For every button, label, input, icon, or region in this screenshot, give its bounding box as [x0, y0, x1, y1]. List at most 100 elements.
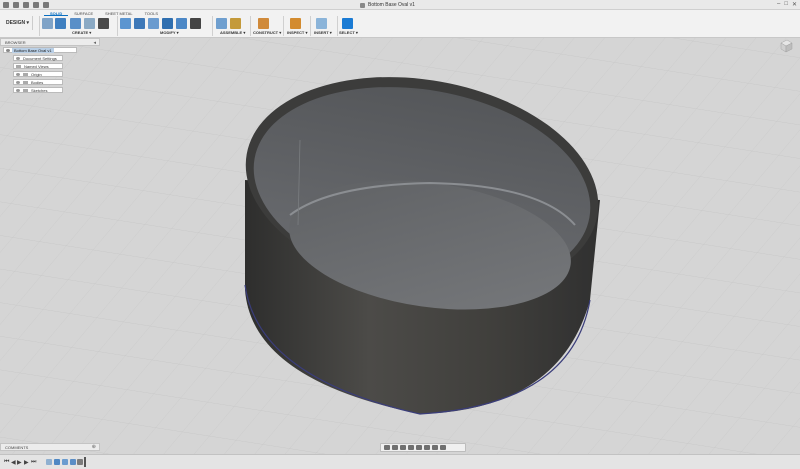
folder-icon	[23, 73, 28, 76]
timeline-fillet-feature[interactable]	[70, 459, 76, 465]
look-at-icon[interactable]	[392, 445, 398, 450]
divider	[212, 16, 213, 36]
visibility-eye-icon[interactable]	[16, 89, 20, 92]
combine-icon[interactable]	[176, 18, 187, 29]
timeline-marker[interactable]	[84, 457, 86, 467]
title-bar: Bottom Base Oval v1 – □ ✕	[0, 0, 800, 10]
viewports-icon[interactable]	[440, 445, 446, 450]
root-component-label: Bottom Base Oval v1	[12, 48, 54, 53]
tab-surface[interactable]: SURFACE	[68, 10, 99, 16]
save-icon[interactable]	[23, 2, 29, 8]
document-tab[interactable]: Bottom Base Oval v1	[360, 2, 415, 8]
select-icon[interactable]	[342, 18, 353, 29]
timeline: ⏮ ◀ ▶ ▶ ⏭	[0, 454, 800, 469]
viewport[interactable]	[0, 38, 800, 454]
folder-icon	[23, 81, 28, 84]
divider	[39, 16, 40, 36]
shell-icon[interactable]	[162, 18, 173, 29]
document-icon	[360, 3, 365, 8]
insert-image-icon[interactable]	[316, 18, 327, 29]
step-back-button[interactable]: ◀	[11, 459, 16, 466]
ribbon-toolbar: DESIGN ▾ SOLID SURFACE SHEET METAL TOOLS	[0, 10, 800, 38]
joint-icon[interactable]	[230, 18, 241, 29]
quick-access-toolbar	[3, 2, 49, 8]
move-icon[interactable]	[190, 18, 201, 29]
step-forward-button[interactable]: ▶	[24, 459, 29, 466]
browser-panel: BROWSER ◂	[0, 38, 100, 46]
tab-solid[interactable]: SOLID	[44, 10, 68, 16]
divider	[283, 16, 284, 36]
viewcube[interactable]	[778, 38, 794, 54]
maximize-button[interactable]: □	[784, 1, 788, 8]
new-sketch-icon[interactable]	[42, 18, 53, 29]
folder-icon	[23, 89, 28, 92]
browser-collapse-button[interactable]: ◂	[93, 40, 96, 46]
insert-menu[interactable]: INSERT ▾	[314, 30, 332, 35]
fillet-icon[interactable]	[134, 18, 145, 29]
divider	[310, 16, 311, 36]
hole-icon[interactable]	[84, 18, 95, 29]
tree-item-label: Named Views	[24, 64, 49, 69]
orbit-icon[interactable]	[384, 445, 390, 450]
add-comment-button[interactable]: ⊕	[92, 444, 96, 450]
tree-item-label: Sketches	[31, 88, 47, 93]
tree-item-named-views[interactable]: Named Views	[13, 63, 63, 69]
press-pull-icon[interactable]	[120, 18, 131, 29]
visibility-eye-icon[interactable]	[16, 73, 20, 76]
inspect-menu[interactable]: INSPECT ▾	[287, 30, 307, 35]
modify-menu[interactable]: MODIFY ▾	[160, 30, 179, 35]
tree-item-origin[interactable]: Origin	[13, 71, 63, 77]
tree-root-component[interactable]: Bottom Base Oval v1	[3, 47, 77, 53]
chamfer-icon[interactable]	[148, 18, 159, 29]
redo-icon[interactable]	[43, 2, 49, 8]
visibility-eye-icon[interactable]	[16, 81, 20, 84]
document-title: Bottom Base Oval v1	[368, 2, 415, 8]
minimize-button[interactable]: –	[777, 1, 780, 8]
tree-item-sketches[interactable]: Sketches	[13, 87, 63, 93]
browser-title: BROWSER	[5, 40, 26, 45]
timeline-sketch-feature[interactable]	[46, 459, 52, 465]
window-controls: – □ ✕	[777, 1, 797, 8]
extrude-icon[interactable]	[55, 18, 66, 29]
divider	[250, 16, 251, 36]
construct-menu[interactable]: CONSTRUCT ▾	[253, 30, 281, 35]
close-button[interactable]: ✕	[792, 1, 797, 8]
timeline-extrude-feature[interactable]	[54, 459, 60, 465]
tree-item-bodies[interactable]: Bodies	[13, 79, 63, 85]
create-menu[interactable]: CREATE ▾	[72, 30, 91, 35]
offset-plane-icon[interactable]	[258, 18, 269, 29]
comments-title: COMMENTS	[5, 445, 28, 450]
revolve-icon[interactable]	[70, 18, 81, 29]
file-icon[interactable]	[13, 2, 19, 8]
zoom-icon[interactable]	[408, 445, 414, 450]
grid-settings-icon[interactable]	[432, 445, 438, 450]
zoom-window-icon[interactable]	[416, 445, 422, 450]
undo-icon[interactable]	[33, 2, 39, 8]
gear-icon	[16, 57, 20, 60]
navigation-bar	[380, 443, 466, 452]
folder-icon	[16, 65, 21, 68]
display-settings-icon[interactable]	[424, 445, 430, 450]
play-button[interactable]: ▶	[17, 459, 22, 466]
timeline-fillet-feature[interactable]	[77, 459, 83, 465]
new-component-icon[interactable]	[216, 18, 227, 29]
tree-item-label: Bodies	[31, 80, 43, 85]
tree-item-document-settings[interactable]: Document Settings	[13, 55, 63, 61]
visibility-eye-icon[interactable]	[6, 49, 10, 52]
tab-sheet-metal[interactable]: SHEET METAL	[99, 10, 138, 16]
tree-item-label: Document Settings	[23, 56, 57, 61]
tab-tools[interactable]: TOOLS	[139, 10, 165, 16]
go-to-end-button[interactable]: ⏭	[31, 459, 36, 466]
assemble-menu[interactable]: ASSEMBLE ▾	[220, 30, 245, 35]
select-menu[interactable]: SELECT ▾	[339, 30, 358, 35]
pan-icon[interactable]	[400, 445, 406, 450]
timeline-shell-feature[interactable]	[62, 459, 68, 465]
workspace-switcher[interactable]: DESIGN ▾	[3, 16, 33, 30]
form-icon[interactable]	[98, 18, 109, 29]
go-to-start-button[interactable]: ⏮	[4, 459, 9, 466]
app-menu-icon[interactable]	[3, 2, 9, 8]
divider	[337, 16, 338, 36]
measure-icon[interactable]	[290, 18, 301, 29]
divider	[117, 16, 118, 36]
comments-panel: COMMENTS ⊕	[0, 443, 100, 451]
